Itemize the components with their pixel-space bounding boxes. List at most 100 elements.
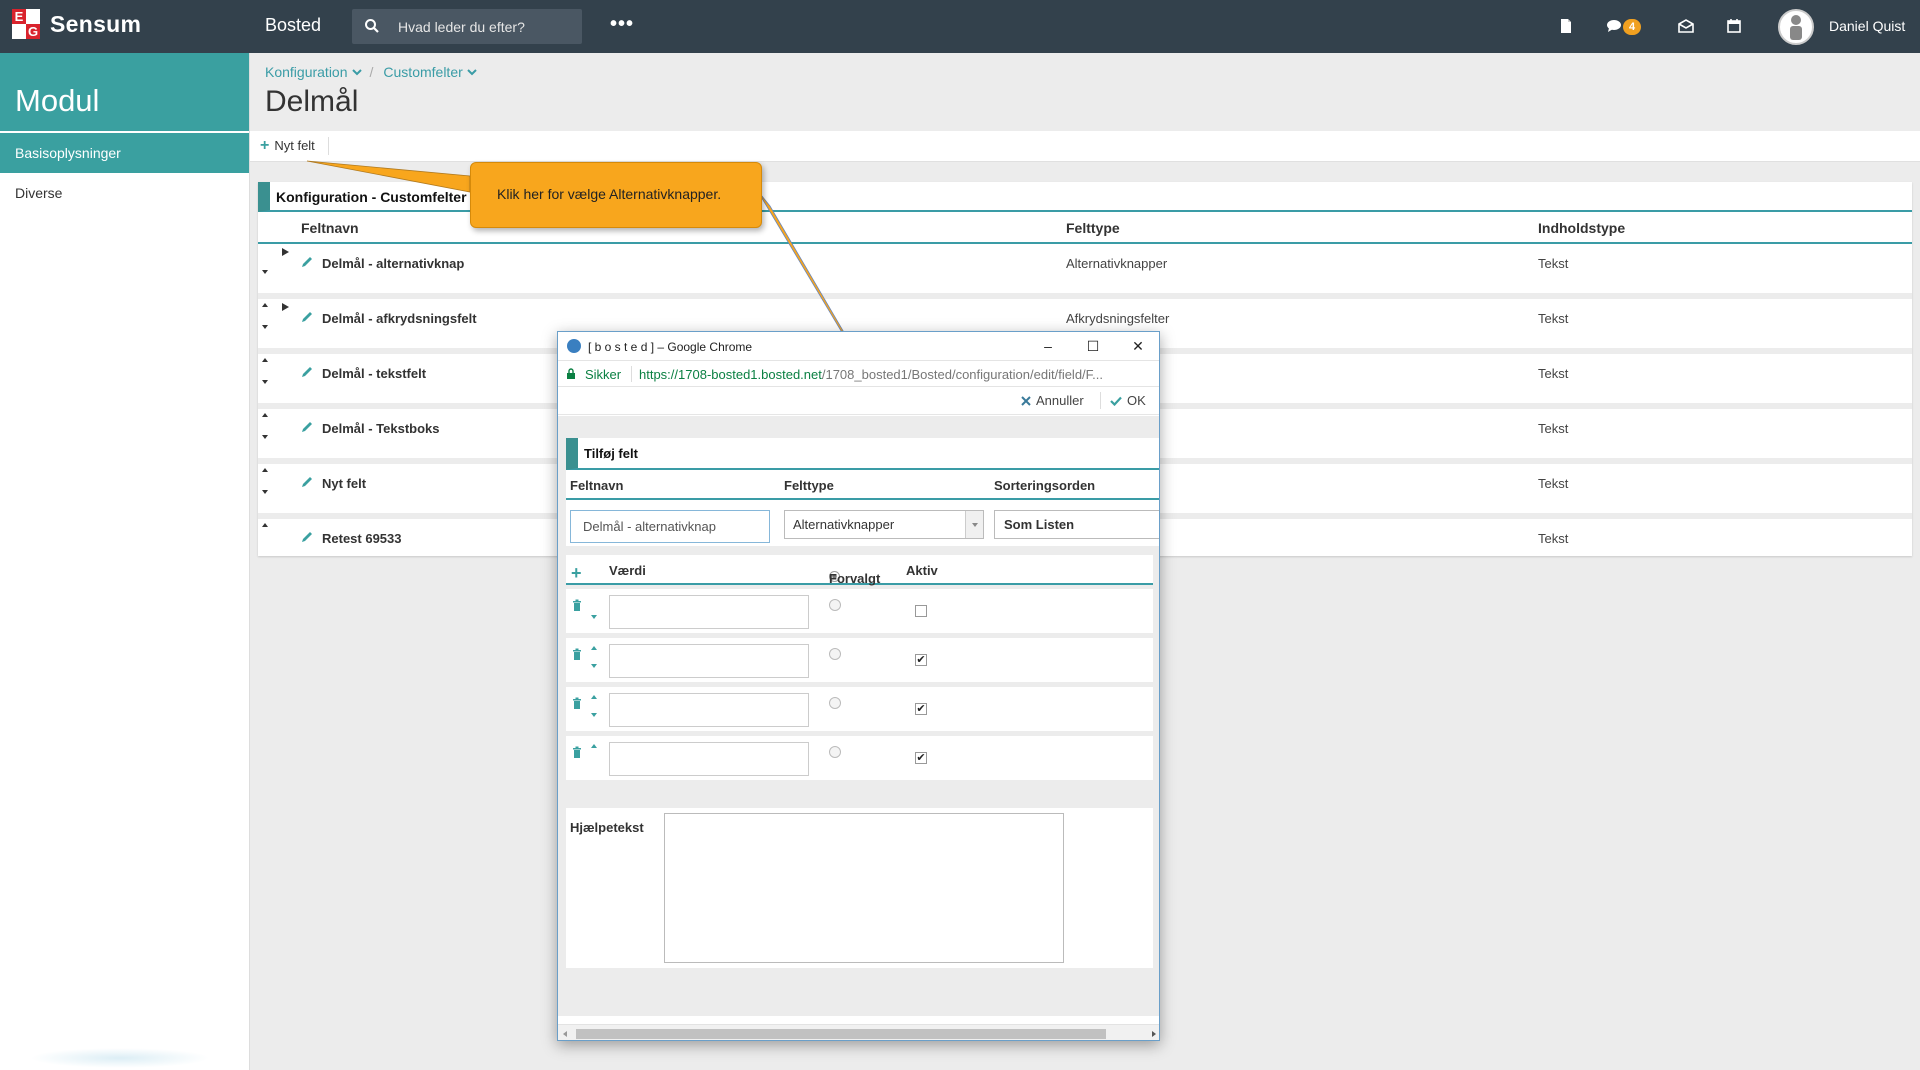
move-up-icon[interactable] (262, 523, 268, 527)
trash-icon[interactable] (572, 746, 582, 758)
move-down-icon[interactable] (591, 713, 597, 717)
move-up-icon[interactable] (591, 744, 597, 748)
default-radio[interactable] (829, 648, 841, 660)
pencil-icon[interactable] (300, 475, 314, 489)
dropdown-arrow-icon[interactable] (965, 511, 983, 538)
active-checkbox[interactable]: ✔ (915, 703, 927, 715)
sort-arrows[interactable] (262, 248, 276, 288)
pencil-icon[interactable] (300, 310, 314, 324)
pencil-icon[interactable] (300, 530, 314, 544)
value-input[interactable] (609, 742, 809, 776)
address-bar[interactable]: Sikker https://1708-bosted1.bosted.net/1… (558, 360, 1159, 387)
value-input[interactable] (609, 644, 809, 678)
move-up-icon[interactable] (262, 413, 268, 417)
default-radio[interactable] (829, 599, 841, 611)
popup-titlebar: [ b o s t e d ] – Google Chrome – ☐ ✕ (558, 332, 1159, 360)
field-name[interactable]: Delmål - Tekstboks (322, 421, 440, 436)
more-menu-icon[interactable]: ••• (610, 13, 634, 36)
field-name[interactable]: Nyt felt (322, 476, 366, 491)
value-col-label: Værdi (609, 563, 646, 578)
url-text[interactable]: https://1708-bosted1.bosted.net/1708_bos… (639, 367, 1149, 382)
search-input[interactable] (396, 9, 576, 44)
document-icon[interactable] (1557, 17, 1575, 35)
trash-icon[interactable] (572, 648, 582, 660)
active-checkbox[interactable]: ✔ (915, 654, 927, 666)
add-value-icon[interactable]: + (571, 563, 582, 584)
sidebar-item-diverse[interactable]: Diverse (0, 173, 249, 213)
col-header-content[interactable]: Indholdstype (1538, 220, 1625, 236)
active-checkbox[interactable] (915, 605, 927, 617)
sidebar-item-basisoplysninger[interactable]: Basisoplysninger (0, 133, 249, 173)
horizontal-scrollbar[interactable] (558, 1024, 1159, 1040)
field-name[interactable]: Delmål - alternativknap (322, 256, 464, 271)
value-input[interactable] (609, 595, 809, 629)
chevron-down-icon[interactable] (467, 68, 477, 76)
sort-arrows[interactable] (262, 303, 276, 343)
default-radio[interactable] (829, 697, 841, 709)
move-up-icon[interactable] (262, 303, 268, 307)
cancel-label: Annuller (1036, 393, 1084, 408)
top-navigation-bar: E G Sensum Bosted ••• 4 Daniel Quist (0, 0, 1920, 53)
help-text-area[interactable] (664, 813, 1064, 963)
move-down-icon[interactable] (262, 325, 268, 329)
field-type-select[interactable]: Alternativknapper (784, 510, 984, 539)
maximize-icon[interactable]: ☐ (1083, 336, 1103, 356)
breadcrumb-customfelter[interactable]: Customfelter (383, 64, 462, 80)
sort-arrows[interactable] (262, 358, 276, 398)
chevron-down-icon[interactable] (351, 68, 362, 76)
minimize-icon[interactable]: – (1038, 336, 1058, 356)
pencil-icon[interactable] (300, 255, 314, 269)
brand[interactable]: E G Sensum (12, 9, 141, 39)
value-row: ✔ (566, 736, 1153, 780)
table-row[interactable]: Delmål - alternativknap Alternativknapper… (258, 244, 1912, 299)
page-title: Delmål (265, 85, 359, 118)
value-input[interactable] (609, 693, 809, 727)
move-up-icon[interactable] (262, 468, 268, 472)
chat-icon[interactable] (1605, 17, 1623, 35)
expand-icon[interactable] (282, 303, 289, 311)
scroll-left-icon[interactable] (563, 1031, 567, 1037)
default-radio[interactable] (829, 746, 841, 758)
move-down-icon[interactable] (591, 615, 597, 619)
expand-icon[interactable] (282, 248, 289, 256)
sort-arrows[interactable] (262, 413, 276, 453)
move-down-icon[interactable] (262, 490, 268, 494)
check-icon (1110, 396, 1122, 406)
move-down-icon[interactable] (591, 664, 597, 668)
sort-arrows[interactable] (262, 523, 276, 563)
sort-arrows[interactable] (262, 468, 276, 508)
trash-icon[interactable] (572, 697, 582, 709)
plus-icon: + (260, 137, 270, 154)
pencil-icon[interactable] (300, 365, 314, 379)
move-up-icon[interactable] (591, 695, 597, 699)
move-up-icon[interactable] (591, 646, 597, 650)
move-up-icon[interactable] (262, 358, 268, 362)
field-name-input[interactable] (570, 510, 770, 543)
cancel-button[interactable]: Annuller (1021, 393, 1084, 408)
col-header-name[interactable]: Feltnavn (301, 220, 359, 236)
pencil-icon[interactable] (300, 420, 314, 434)
breadcrumb-konfiguration[interactable]: Konfiguration (265, 64, 348, 80)
active-checkbox[interactable]: ✔ (915, 752, 927, 764)
field-name[interactable]: Retest 69533 (322, 531, 402, 546)
move-down-icon[interactable] (262, 380, 268, 384)
mail-icon[interactable] (1677, 17, 1695, 35)
move-down-icon[interactable] (262, 270, 268, 274)
move-down-icon[interactable] (262, 435, 268, 439)
scrollbar-thumb[interactable] (576, 1029, 1106, 1039)
search-box[interactable] (352, 9, 582, 44)
scroll-right-icon[interactable] (1152, 1031, 1156, 1037)
close-icon[interactable]: ✕ (1128, 336, 1148, 356)
avatar[interactable] (1778, 9, 1814, 45)
user-name[interactable]: Daniel Quist (1829, 18, 1905, 34)
calendar-icon[interactable] (1725, 17, 1743, 35)
new-field-button[interactable]: + Nyt felt (260, 137, 315, 154)
trash-icon[interactable] (572, 599, 582, 611)
field-name[interactable]: Delmål - tekstfelt (322, 366, 426, 381)
sort-order-select[interactable]: Som Listen (994, 510, 1159, 539)
ok-button[interactable]: OK (1110, 393, 1146, 408)
app-name[interactable]: Bosted (265, 15, 321, 36)
col-header-type[interactable]: Felttype (1066, 220, 1120, 236)
tooltip-callout: Klik her for vælge Alternativknapper. (470, 162, 762, 228)
field-name[interactable]: Delmål - afkrydsningsfelt (322, 311, 477, 326)
